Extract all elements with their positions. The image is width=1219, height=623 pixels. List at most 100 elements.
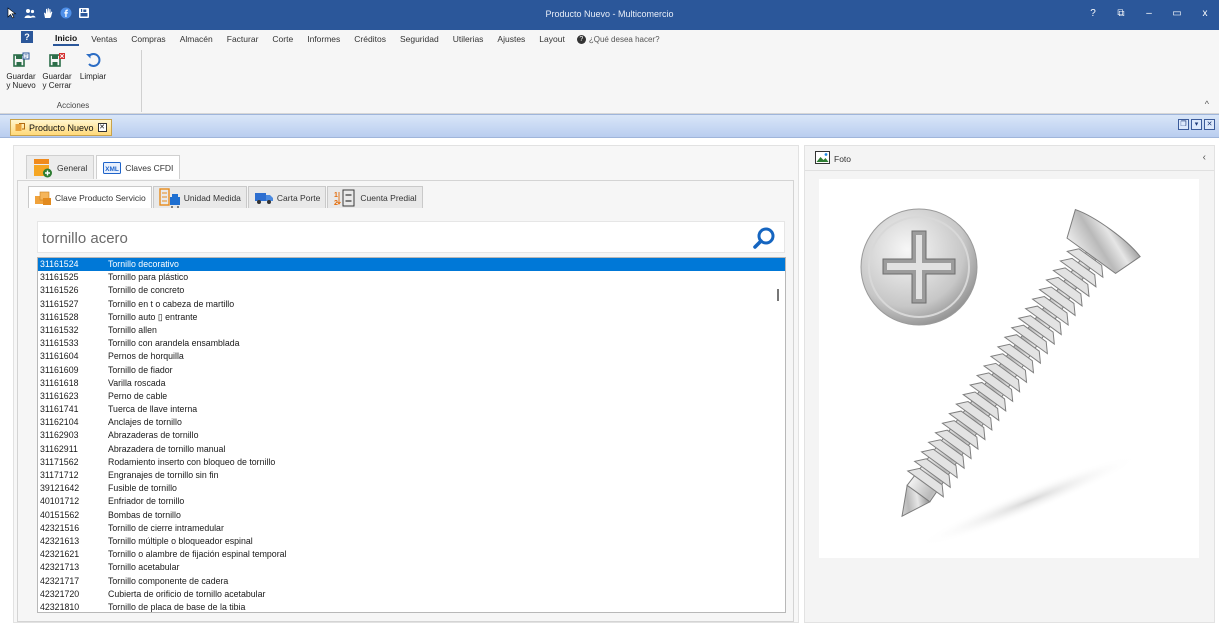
screw-image [860, 208, 1141, 548]
item-code: 39121642 [40, 483, 80, 494]
item-description: Tornillo decorativo [108, 259, 179, 269]
item-code: 31161532 [40, 324, 79, 335]
tab-inicio[interactable]: Inicio [53, 32, 80, 46]
item-code: 42321516 [40, 522, 80, 533]
search-icon[interactable] [752, 226, 776, 250]
item-description: Tornillo componente de cadera [108, 575, 229, 586]
measure-icon [159, 187, 180, 208]
tab-clave-producto-servicio[interactable]: Clave Producto Servicio [28, 186, 152, 208]
help-icon[interactable]: ? [21, 31, 33, 43]
tab-claves-cfdi[interactable]: XML Claves CFDI [96, 155, 181, 179]
mdi-restore-icon[interactable]: ❐ [1178, 119, 1189, 130]
item-description: Pernos de horquilla [108, 351, 184, 362]
list-item[interactable]: 31161533 Tornillo con arandela ensamblada [38, 337, 785, 350]
photo-header: Foto ‹ [805, 146, 1214, 171]
list-item[interactable]: 31161526 Tornillo de concreto [38, 284, 785, 297]
tell-me-label: ¿Qué desea hacer? [588, 34, 660, 44]
list-item[interactable]: 31161618 Varilla roscada [38, 377, 785, 390]
scrollbar-thumb[interactable] [777, 289, 779, 301]
list-item[interactable]: 31162903 Abrazaderas de tornillo [38, 429, 785, 442]
tab-utilerias[interactable]: Utilerias [451, 33, 486, 45]
item-code: 42321717 [40, 575, 80, 586]
tab-ajustes[interactable]: Ajustes [495, 33, 527, 45]
tab-creditos[interactable]: Créditos [352, 33, 388, 45]
list-item[interactable]: 31161604 Pernos de horquilla [38, 350, 785, 363]
list-item[interactable]: 42321713 Tornillo acetabular [38, 561, 785, 574]
boxes-icon [35, 191, 51, 205]
minimize-button[interactable]: – [1143, 8, 1155, 19]
list-item[interactable]: 31171712 Engranajes de tornillo sin fin [38, 469, 785, 482]
list-item[interactable]: 42321717 Tornillo componente de cadera [38, 575, 785, 588]
list-item[interactable]: 31161609 Tornillo de fiador [38, 364, 785, 377]
list-item[interactable]: 42321720 Cubierta de orificio de tornillo… [38, 588, 785, 601]
list-item[interactable]: 31161741 Tuerca de llave interna [38, 403, 785, 416]
list-item[interactable]: 42321613 Tornillo múltiple o bloqueador e… [38, 535, 785, 548]
item-description: Anclajes de tornillo [108, 417, 182, 428]
tab-unidad-medida[interactable]: Unidad Medida [152, 186, 247, 208]
close-document-icon[interactable]: ✕ [97, 123, 107, 132]
tab-unidad-medida-label: Unidad Medida [183, 192, 241, 203]
item-description: Perno de cable [108, 390, 168, 401]
mdi-close-icon[interactable]: ✕ [1204, 119, 1215, 130]
product-photo[interactable] [819, 179, 1199, 558]
sort-numeric-icon: 1 2 [334, 189, 355, 207]
mdi-menu-icon[interactable]: ▾ [1191, 119, 1202, 130]
list-item[interactable]: 31162104 Anclajes de tornillo [38, 416, 785, 429]
list-item[interactable]: 31161528 Tornillo auto ▯ entrante [38, 311, 785, 324]
tab-seguridad[interactable]: Seguridad [398, 33, 441, 45]
tab-corte[interactable]: Corte [270, 33, 295, 45]
list-item[interactable]: 42321621 Tornillo o alambre de fijación e… [38, 548, 785, 561]
tab-layout[interactable]: Layout [537, 33, 567, 45]
tab-ventas[interactable]: Ventas [89, 33, 119, 45]
tab-compras[interactable]: Compras [129, 33, 167, 45]
close-button[interactable]: x [1199, 8, 1211, 19]
tab-almacen[interactable]: Almacén [178, 33, 215, 45]
claves-panel: Clave Producto Servicio Unidad Medida Ca… [17, 180, 794, 622]
tab-facturar[interactable]: Facturar [225, 33, 261, 45]
picture-icon [815, 151, 830, 164]
item-description: Bombas de tornillo [108, 509, 181, 520]
clear-button[interactable]: Limpiar [76, 52, 110, 81]
tab-carta-porte[interactable]: Carta Porte [247, 186, 327, 208]
item-description: Abrazadera de tornillo manual [108, 443, 226, 454]
list-item[interactable]: 31162911 Abrazadera de tornillo manual [38, 443, 785, 456]
collapse-ribbon-button[interactable]: ^ [1205, 99, 1209, 109]
list-item[interactable]: 42321810 Tornillo de placa de base de la … [38, 601, 785, 612]
search-input[interactable] [40, 227, 740, 249]
save-new-icon [13, 52, 30, 67]
list-item[interactable]: 31161623 Perno de cable [38, 390, 785, 403]
ribbon-group-label: Acciones [56, 101, 90, 110]
tab-informes[interactable]: Informes [305, 33, 342, 45]
tab-cuenta-predial[interactable]: 1 2 Cuenta Predial [327, 186, 423, 208]
document-tab-producto-nuevo[interactable]: Producto Nuevo ✕ [10, 119, 112, 136]
maximize-button[interactable]: ▭ [1171, 8, 1183, 19]
list-item[interactable]: 31161525 Tornillo para plástico [38, 271, 785, 284]
item-code: 31161525 [40, 272, 79, 283]
collapse-photo-icon[interactable]: ‹ [1203, 152, 1206, 163]
svg-text:2: 2 [334, 200, 338, 207]
tab-general-label: General [57, 162, 88, 173]
item-description: Varilla roscada [108, 377, 166, 388]
item-description: Tornillo de fiador [108, 364, 173, 375]
save-new-button[interactable]: Guardar y Nuevo [4, 52, 38, 90]
list-item[interactable]: 31161527 Tornillo en t o cabeza de martil… [38, 298, 785, 311]
item-description: Tornillo de cierre intramedular [108, 522, 224, 533]
list-item[interactable]: 42321516 Tornillo de cierre intramedular [38, 522, 785, 535]
list-item[interactable]: 31171562 Rodamiento inserto con bloqueo d… [38, 456, 785, 469]
save-close-label-1: Guardar [42, 72, 72, 81]
tell-me-search[interactable]: ? ¿Qué desea hacer? [576, 34, 660, 44]
list-item[interactable]: 40101712 Enfriador de tornillo [38, 495, 785, 508]
list-item[interactable]: 39121642 Fusible de tornillo [38, 482, 785, 495]
results-list[interactable]: 31161524 Tornillo decorativo 31161525 Torni… [37, 257, 786, 613]
search-box [37, 221, 785, 253]
list-item[interactable]: 40151562 Bombas de tornillo [38, 509, 785, 522]
item-code: 31171712 [40, 470, 79, 480]
tab-general[interactable]: General [26, 155, 95, 179]
restore-ribbon-button[interactable]: ⧉ [1115, 8, 1127, 19]
help-button[interactable]: ? [1087, 8, 1099, 19]
window-controls: ? ⧉ – ▭ x [1087, 8, 1211, 19]
list-item[interactable]: 31161532 Tornillo allen [38, 324, 785, 337]
item-code: 40151562 [40, 509, 80, 520]
list-item[interactable]: 31161524 Tornillo decorativo [38, 258, 785, 272]
save-close-button[interactable]: Guardar y Cerrar [40, 52, 74, 90]
